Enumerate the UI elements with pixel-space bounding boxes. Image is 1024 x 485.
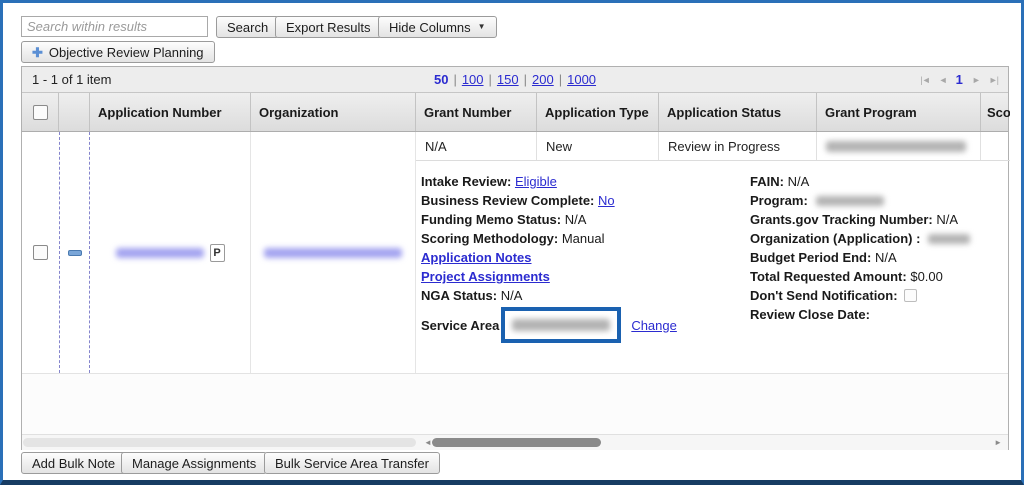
service-area-value-redacted [512, 319, 610, 331]
export-results-button[interactable]: Export Results [275, 16, 382, 38]
service-area-change-link[interactable]: Change [631, 316, 677, 335]
row-expand-cell [59, 132, 90, 373]
last-page-icon[interactable]: ►| [989, 75, 998, 85]
empty-grid-area [22, 374, 1008, 434]
next-page-icon[interactable]: ► [972, 75, 980, 85]
grant-program-redacted [826, 141, 966, 152]
service-area-highlight-box [501, 307, 621, 343]
fain-label: FAIN: [750, 174, 784, 189]
scroll-left-icon[interactable]: ◄ [424, 438, 432, 447]
service-area-label: Service Area [421, 316, 499, 335]
application-number-cell: P [90, 132, 251, 373]
add-bulk-note-button[interactable]: Add Bulk Note [21, 452, 126, 474]
application-notes-link[interactable]: Application Notes [421, 250, 532, 265]
header-score[interactable]: Score [981, 93, 1010, 131]
scoring-methodology-label: Scoring Methodology: [421, 231, 558, 246]
frozen-columns-track [23, 438, 416, 447]
application-type-cell: New [537, 132, 659, 160]
search-input[interactable] [21, 16, 208, 37]
page-size-selector: 50|100|150|200|1000 [22, 72, 1008, 87]
current-page: 1 [956, 72, 963, 87]
scroll-right-icon[interactable]: ► [994, 438, 1002, 447]
objective-review-planning-button[interactable]: ✚ Objective Review Planning [21, 41, 215, 63]
program-value-redacted [816, 196, 884, 206]
organization-link-redacted[interactable] [264, 248, 402, 258]
row-values-strip: N/A New Review in Progress [416, 132, 1010, 161]
budget-period-end-label: Budget Period End: [750, 250, 871, 265]
header-application-number[interactable]: Application Number [90, 93, 251, 131]
search-button[interactable]: Search [216, 16, 279, 38]
grant-program-cell [817, 132, 981, 160]
prev-page-icon[interactable]: ◄ [939, 75, 947, 85]
pagination-bar: 1 - 1 of 1 item 50|100|150|200|1000 |◄ ◄… [22, 67, 1008, 93]
fain-value: N/A [788, 174, 810, 189]
program-label: Program: [750, 191, 808, 210]
first-page-icon[interactable]: |◄ [920, 75, 929, 85]
tracking-number-label: Grants.gov Tracking Number: [750, 212, 933, 227]
app-window: Search Export Results Hide Columns ▼ ✚ O… [0, 0, 1024, 485]
intake-review-link[interactable]: Eligible [515, 174, 557, 189]
header-application-type[interactable]: Application Type [537, 93, 659, 131]
page-size-50[interactable]: 50 [434, 72, 448, 87]
organization-application-label: Organization (Application) : [750, 229, 920, 248]
plus-icon: ✚ [32, 46, 43, 59]
grant-number-cell: N/A [416, 132, 537, 160]
tracking-number-value: N/A [936, 212, 958, 227]
select-all-checkbox[interactable] [33, 105, 48, 120]
nga-status-label: NGA Status: [421, 288, 497, 303]
p-document-icon[interactable]: P [210, 244, 225, 262]
bulk-service-area-transfer-button[interactable]: Bulk Service Area Transfer [264, 452, 440, 474]
chevron-down-icon: ▼ [478, 23, 486, 31]
collapse-row-icon[interactable] [68, 250, 82, 256]
page-size-1000[interactable]: 1000 [567, 72, 596, 87]
total-requested-value: $0.00 [910, 269, 943, 284]
project-assignments-link[interactable]: Project Assignments [421, 269, 550, 284]
funding-memo-label: Funding Memo Status: [421, 212, 561, 227]
manage-assignments-button[interactable]: Manage Assignments [121, 452, 267, 474]
row-checkbox[interactable] [33, 245, 48, 260]
funding-memo-value: N/A [565, 212, 587, 227]
review-close-date-label: Review Close Date: [750, 307, 870, 322]
objective-review-planning-label: Objective Review Planning [49, 45, 204, 60]
hide-columns-label: Hide Columns [389, 20, 471, 35]
details-left-column: Intake Review: Eligible Business Review … [421, 172, 677, 343]
page-size-200[interactable]: 200 [532, 72, 554, 87]
scoring-methodology-value: Manual [562, 231, 605, 246]
horizontal-scrollbar[interactable]: ◄ ► [22, 434, 1008, 450]
header-expand-cell [59, 93, 90, 131]
header-application-status[interactable]: Application Status [659, 93, 817, 131]
organization-application-redacted [928, 234, 970, 244]
application-status-cell: Review in Progress [659, 132, 817, 160]
intake-review-label: Intake Review: [421, 174, 511, 189]
results-grid: 1 - 1 of 1 item 50|100|150|200|1000 |◄ ◄… [21, 66, 1009, 450]
page-size-150[interactable]: 150 [497, 72, 519, 87]
details-right-column: FAIN: N/A Program: Grants.gov Tracking N… [750, 172, 970, 324]
table-row: P N/A New Review in Progress Intake Revi… [22, 132, 1008, 374]
header-grant-number[interactable]: Grant Number [416, 93, 537, 131]
scrollbar-thumb[interactable] [432, 438, 601, 447]
header-grant-program[interactable]: Grant Program [817, 93, 981, 131]
score-cell [981, 132, 1010, 160]
table-header: Application Number Organization Grant Nu… [22, 93, 1008, 132]
hide-columns-button[interactable]: Hide Columns ▼ [378, 16, 497, 38]
budget-period-end-value: N/A [875, 250, 897, 265]
dont-send-notification-checkbox[interactable] [904, 289, 917, 302]
header-select-cell [22, 93, 59, 131]
dont-send-notification-label: Don't Send Notification: [750, 288, 898, 303]
row-select-cell [22, 132, 59, 373]
organization-cell [251, 132, 416, 373]
total-requested-label: Total Requested Amount: [750, 269, 907, 284]
page-size-100[interactable]: 100 [462, 72, 484, 87]
business-review-label: Business Review Complete: [421, 193, 594, 208]
pager-controls: |◄ ◄ 1 ► ►| [920, 72, 998, 87]
business-review-link[interactable]: No [598, 193, 615, 208]
application-number-link-redacted[interactable] [116, 248, 204, 258]
header-organization[interactable]: Organization [251, 93, 416, 131]
nga-status-value: N/A [501, 288, 523, 303]
